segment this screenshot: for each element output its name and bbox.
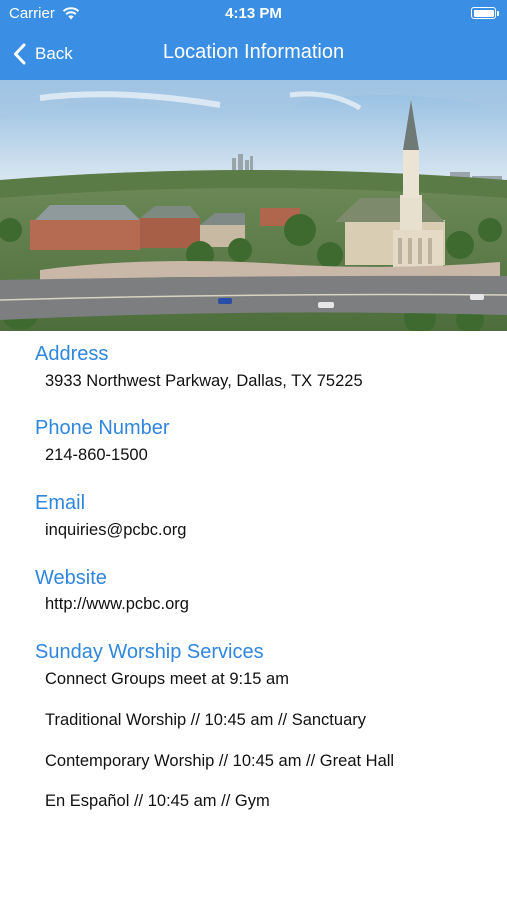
page-title: Location Information [162,41,345,63]
navigation-header: Carrier 4:13 PM Back Location Informatio… [0,0,507,80]
services-heading: Sunday Worship Services [35,641,264,663]
website-heading: Website [35,567,107,589]
email-heading: Email [35,492,86,514]
battery-icon [471,7,496,19]
nav-bar: Back Location Information [0,28,507,80]
service-item: Traditional Worship // 10:45 am // Sanct… [45,711,366,729]
phone-heading: Phone Number [35,417,170,439]
email-value[interactable]: inquiries@pcbc.org [45,521,186,540]
status-bar: Carrier 4:13 PM [0,0,507,28]
battery-tip [497,11,499,16]
phone-value[interactable]: 214-860-1500 [45,446,148,465]
address-value[interactable]: 3933 Northwest Parkway, Dallas, TX 75225 [45,372,363,391]
service-item: Contemporary Worship // 10:45 am // Grea… [45,752,395,770]
status-time: 4:13 PM [225,5,282,22]
website-value[interactable]: http://www.pcbc.org [45,595,189,614]
service-item: En Español // 10:45 am // Gym [45,792,270,810]
church-aerial-photo [0,80,507,331]
service-item: Connect Groups meet at 9:15 am [45,670,289,688]
address-heading: Address [35,343,109,365]
